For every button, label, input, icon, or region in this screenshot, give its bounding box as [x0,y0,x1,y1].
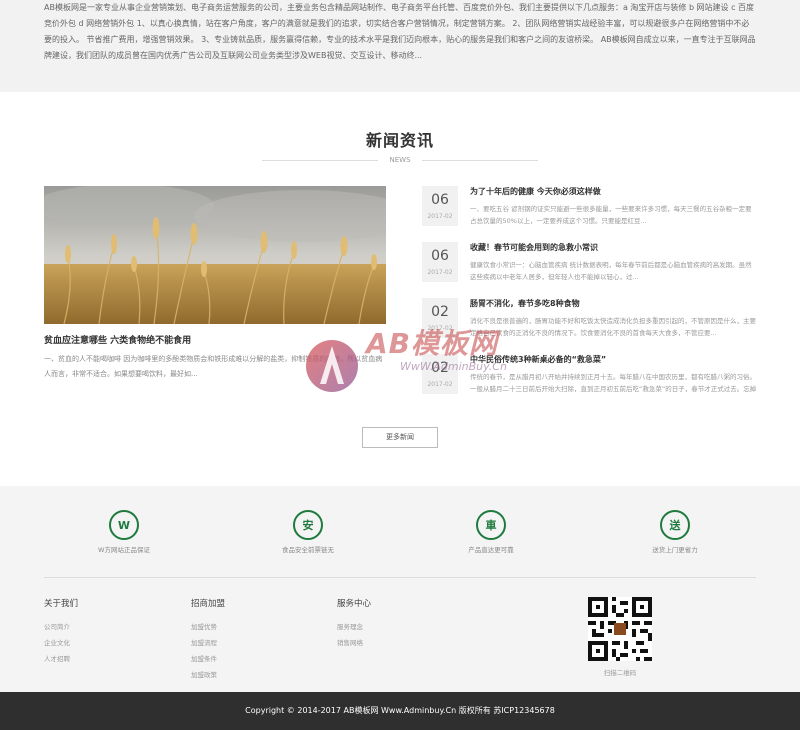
featured-news-image[interactable] [44,186,386,324]
footer-link[interactable]: 加盟流程 [191,635,225,651]
footer-column-franchise: 招商加盟 加盟优势 加盟流程 加盟条件 加盟政策 [191,597,225,683]
qr-code-icon [588,597,652,661]
about-text: AB模板网是一家专业从事企业营销策划、电子商务运营服务的公司，主要业务包含精品网… [44,3,756,60]
footer-link[interactable]: 销售网络 [337,635,371,651]
footer-link[interactable]: 企业文化 [44,635,78,651]
news-item-title[interactable]: 收藏！春节可能会用到的急救小常识 [470,242,598,254]
footer-column-title: 服务中心 [337,599,372,609]
footer-link[interactable]: 人才招聘 [44,651,78,667]
footer-column-title: 招商加盟 [191,599,226,609]
news-date-day: 02 [431,304,449,320]
footer-link[interactable]: 加盟优势 [191,619,225,635]
news-item-desc: 健康饮食小常识一：心脑血管疾病 统计数据表明，每年春节前后都是心脑血管疾病的高发… [470,261,752,281]
service-item[interactable]: 送 送货上门更省力 [625,510,725,554]
service-item[interactable]: 車 产品直达更可靠 [441,510,541,554]
footer-column-service: 服务中心 服务理念 销售网络 [337,597,371,651]
safe-icon: 安 [293,510,323,540]
news-date-day: 06 [431,248,449,264]
service-label: 送货上门更省力 [652,546,698,554]
news-date: 06 2017-02 [422,242,458,282]
news-item-desc: 一、要吃五谷 谚剂钢的证实只能避一些很多能量，一些要来许多习惯，每天三餐的五谷杂… [470,205,752,225]
wheat-field-image [44,186,386,324]
footer-column-about: 关于我们 公司简介 企业文化 人才招聘 [44,597,78,667]
news-section-header: 新闻资讯 NEWS [0,127,800,166]
news-item-title[interactable]: 为了十年后的健康 今天你必须这样做 [470,186,601,198]
news-item[interactable]: 06 2017-02 收藏！春节可能会用到的急救小常识 健康饮食小常识一：心脑血… [422,242,758,298]
news-section-title: 新闻资讯 [365,131,434,150]
footer-divider [44,577,756,578]
footer-link[interactable]: 服务理念 [337,619,371,635]
featured-news-title[interactable]: 贫血应注意哪些 六类食物绝不能食用 [44,333,191,346]
news-date-month: 2017-02 [427,269,453,276]
news-section-subtitle: NEWS [378,154,422,166]
footer-link[interactable]: 加盟政策 [191,667,225,683]
footer-link[interactable]: 加盟条件 [191,651,225,667]
news-date-month: 2017-02 [427,213,453,220]
more-news-button[interactable]: 更多新闻 [362,427,438,448]
news-date-day: 06 [431,192,449,208]
watermark-logo-text: AB模板网 [366,327,499,360]
about-section: AB模板网是一家专业从事企业营销策划、电子商务运营服务的公司，主要业务包含精品网… [0,0,800,92]
delivery-icon: 送 [660,510,690,540]
qr-code-label: 扫描二维码 [603,669,637,677]
news-item-title[interactable]: 肠胃不消化，春节多吃8种食物 [470,298,580,310]
watermark: AB模板网 WwW.AdminBuy.Cn [300,322,520,402]
footer-column-title: 关于我们 [44,599,79,609]
service-label: W方网站正品保证 [98,546,150,554]
truck-icon: 車 [476,510,506,540]
qr-code-image [588,597,652,661]
footer-link[interactable]: 公司简介 [44,619,78,635]
service-item[interactable]: W W方网站正品保证 [74,510,174,554]
watermark-url: WwW.AdminBuy.Cn [400,360,507,373]
news-date: 06 2017-02 [422,186,458,226]
footer: W W方网站正品保证 安 食品安全前票链无 車 产品直达更可靠 送 送货上门更省… [0,486,800,692]
service-label: 食品安全前票链无 [282,546,334,554]
copyright-bar: Copyright © 2014-2017 AB模板网 Www.Adminbuy… [0,692,800,730]
service-label: 产品直达更可靠 [468,546,514,554]
w-circle-icon: W [109,510,139,540]
service-item[interactable]: 安 食品安全前票链无 [258,510,358,554]
news-item[interactable]: 06 2017-02 为了十年后的健康 今天你必须这样做 一、要吃五谷 谚剂钢的… [422,186,758,242]
watermark-logo-icon [306,340,358,392]
